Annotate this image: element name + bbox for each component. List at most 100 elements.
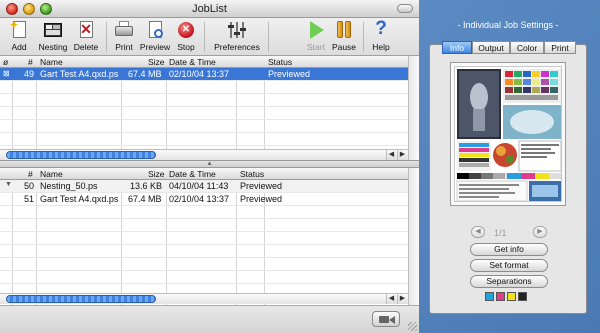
separations-button[interactable]: Separations [470, 275, 548, 288]
header-date[interactable]: Date & Time [169, 169, 216, 179]
header-flag[interactable]: ø [3, 57, 8, 67]
job-date: 02/10/04 13:37 [169, 194, 230, 204]
header-number[interactable]: # [28, 57, 33, 67]
header-date[interactable]: Date & Time [169, 57, 216, 67]
status-bar [0, 305, 419, 333]
table-row [0, 245, 408, 258]
job-name: Gart Test A4.qxd.ps [40, 69, 119, 79]
separation-swatch [507, 292, 516, 301]
scroll-left-arrow[interactable]: ◀ [386, 150, 396, 160]
table-row [0, 271, 408, 284]
job-size: 13.6 KB [130, 181, 163, 191]
tab-output[interactable]: Output [472, 41, 510, 54]
header-status[interactable]: Status [268, 57, 292, 67]
separation-swatch [485, 292, 494, 301]
scroll-thumb[interactable] [6, 295, 156, 303]
stop-label: Stop [177, 42, 195, 52]
help-question-icon: ? [375, 18, 387, 39]
vertical-scrollbar[interactable] [408, 168, 419, 305]
stop-button[interactable]: ✕ Stop [174, 20, 198, 52]
job-number: 49 [24, 69, 35, 79]
table-header[interactable]: # Name Size Date & Time Status [0, 168, 408, 180]
preview-button[interactable]: Preview [139, 20, 171, 52]
start-button[interactable]: Start [305, 20, 327, 52]
job-name: Nesting_50.ps [40, 181, 98, 191]
help-button[interactable]: ? Help [370, 18, 392, 52]
table-row [0, 120, 408, 133]
preferences-label: Preferences [214, 42, 260, 52]
movie-camera-button[interactable] [372, 311, 400, 327]
horizontal-scrollbar[interactable]: ◀ ▶ [0, 149, 408, 160]
nesting-label: Nesting [38, 42, 68, 52]
header-status[interactable]: Status [240, 169, 264, 179]
table-header[interactable]: ø # Name Size Date & Time Status [0, 56, 408, 68]
add-label: Add [11, 42, 27, 52]
horizontal-scrollbar[interactable]: ◀ ▶ [0, 293, 408, 304]
header-size[interactable]: Size [148, 57, 165, 67]
add-document-icon: ✦ [9, 18, 29, 40]
title-bar[interactable]: JobList [0, 0, 419, 18]
header-name[interactable]: Name [40, 57, 63, 67]
get-info-button[interactable]: Get info [470, 243, 548, 256]
toolbar-separator [363, 22, 364, 52]
preview-thumbnail [454, 66, 562, 202]
job-date: 02/10/04 13:37 [169, 69, 230, 79]
toolbar: ✦ Add Nesting ✕ Delete Print Preview ✕ S… [0, 18, 419, 56]
scroll-right-arrow[interactable]: ▶ [397, 150, 407, 160]
nesting-button[interactable]: Nesting [36, 20, 70, 52]
job-size: 67.4 MB [128, 194, 162, 204]
queued-jobs-table: # Name Size Date & Time Status ▼ 50 Nest… [0, 168, 408, 305]
next-page-button[interactable]: ▶ [533, 226, 547, 238]
add-button[interactable]: ✦ Add [6, 18, 32, 52]
panel-title: - Individual Job Settings - [457, 20, 559, 30]
preview-thumbnail-image [456, 69, 561, 201]
tab-info[interactable]: Info [442, 41, 472, 54]
page-indicator: 1/1 [494, 228, 507, 238]
previous-page-button[interactable]: ◀ [471, 226, 485, 238]
job-status: Previewed [240, 181, 283, 191]
toolbar-separator [268, 22, 269, 52]
table-row [0, 206, 408, 219]
toolbar-separator [204, 22, 205, 52]
job-number: 50 [24, 181, 35, 191]
split-view-divider[interactable]: ▴ [0, 160, 419, 168]
table-row[interactable]: ⊠ 49 Gart Test A4.qxd.ps 67.4 MB 02/10/0… [0, 68, 408, 81]
table-row [0, 232, 408, 245]
table-row[interactable]: 51 Gart Test A4.qxd.ps 67.4 MB 02/10/04 … [0, 193, 408, 206]
toolbar-separator [106, 22, 107, 52]
resize-grip[interactable] [408, 322, 417, 331]
delete-label: Delete [73, 42, 99, 52]
separation-swatch [518, 292, 527, 301]
preferences-button[interactable]: Preferences [212, 20, 262, 52]
tab-print[interactable]: Print [544, 41, 576, 54]
window-title: JobList [192, 3, 227, 15]
header-size[interactable]: Size [148, 169, 165, 179]
pause-icon [334, 20, 354, 40]
vertical-scrollbar[interactable] [408, 56, 419, 160]
tab-color[interactable]: Color [510, 41, 544, 54]
toolbar-toggle-button[interactable] [397, 4, 413, 13]
scroll-left-arrow[interactable]: ◀ [386, 294, 396, 304]
delete-button[interactable]: ✕ Delete [72, 20, 100, 52]
print-button[interactable]: Print [112, 20, 136, 52]
table-row[interactable]: ▼ 50 Nesting_50.ps 13.6 KB 04/10/04 11:4… [0, 180, 408, 193]
table-row [0, 81, 408, 94]
table-row [0, 219, 408, 232]
table-row [0, 94, 408, 107]
table-row [0, 258, 408, 271]
job-name: Gart Test A4.qxd.ps [40, 194, 119, 204]
nesting-icon [43, 20, 63, 40]
scroll-thumb[interactable] [6, 151, 156, 159]
separation-swatch [496, 292, 505, 301]
job-number: 51 [24, 194, 35, 204]
header-number[interactable]: # [28, 169, 33, 179]
expand-triangle-icon[interactable]: ▼ [5, 181, 12, 188]
pause-button[interactable]: Pause [331, 20, 357, 52]
job-status: Previewed [240, 194, 283, 204]
job-settings-panel: Info Output Color Print ◀ 1/1 ▶ Get info… [429, 41, 587, 314]
page-preview [450, 62, 566, 206]
set-format-button[interactable]: Set format [470, 259, 548, 272]
header-name[interactable]: Name [40, 169, 63, 179]
job-size: 67.4 MB [128, 69, 162, 79]
scroll-right-arrow[interactable]: ▶ [397, 294, 407, 304]
